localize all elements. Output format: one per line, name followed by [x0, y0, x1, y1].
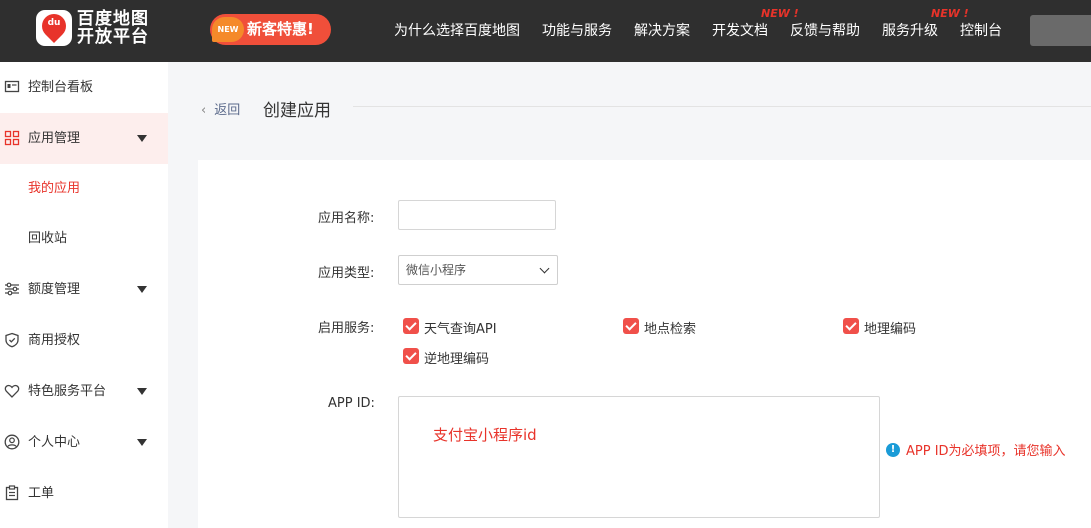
- nav-feedback-help[interactable]: 反馈与帮助: [790, 0, 860, 62]
- promo-new-badge: NEW: [212, 17, 244, 42]
- app-id-required-hint: APP ID为必填项，请您输入: [906, 444, 1066, 459]
- geocoding-checkbox[interactable]: [843, 318, 859, 334]
- logo-text: 百度地图 开放平台: [77, 10, 149, 46]
- nav-why-baidu-map[interactable]: 为什么选择百度地图: [394, 0, 520, 62]
- sidebar-item-personal-center[interactable]: 个人中心: [0, 417, 168, 468]
- sidebar-item-label: 应用管理: [28, 131, 81, 146]
- caret-down-icon: [137, 135, 147, 142]
- sidebar-item-label: 商用授权: [28, 333, 81, 348]
- place-search-label: 地点检索: [644, 322, 697, 337]
- sidebar: 控制台看板 应用管理 我的应用 回收站 额度管理 商用授权 特色服务平台 个人中…: [0, 62, 168, 528]
- promo-text: 新客特惠!: [247, 20, 314, 38]
- sidebar-item-label: 回收站: [28, 231, 68, 246]
- caret-down-icon: [137, 388, 147, 395]
- reverse-geocoding-label: 逆地理编码: [424, 352, 490, 367]
- back-link[interactable]: ‹ 返回: [201, 99, 240, 118]
- sidebar-item-app-management[interactable]: 应用管理: [0, 113, 168, 164]
- sidebar-item-label: 特色服务平台: [28, 384, 107, 399]
- app-name-input[interactable]: [398, 200, 556, 230]
- back-label: 返回: [214, 103, 241, 118]
- app-id-value: 支付宝小程序id: [433, 426, 537, 444]
- geocoding-label: 地理编码: [864, 322, 917, 337]
- user-menu-button[interactable]: [1030, 15, 1091, 46]
- chevron-down-icon: [539, 263, 550, 274]
- user-icon: [4, 434, 20, 450]
- nav-service-upgrade[interactable]: 服务升级: [882, 0, 938, 62]
- page-title: 创建应用: [263, 101, 331, 121]
- sidebar-item-label: 我的应用: [28, 181, 81, 196]
- nav-console[interactable]: 控制台: [960, 0, 1002, 62]
- weather-api-checkbox[interactable]: [403, 318, 419, 334]
- info-icon: !: [886, 443, 900, 457]
- app-type-select[interactable]: 微信小程序: [398, 255, 558, 285]
- sidebar-item-quota-management[interactable]: 额度管理: [0, 264, 168, 315]
- divider: [353, 106, 1091, 107]
- heart-icon: [4, 384, 20, 398]
- caret-down-icon: [137, 439, 147, 446]
- app-type-selected-value: 微信小程序: [406, 263, 467, 277]
- services-label: 启用服务:: [318, 321, 375, 336]
- map-pin-logo-icon: du: [36, 9, 72, 46]
- logo-line-1: 百度地图: [77, 9, 149, 29]
- sidebar-item-my-apps[interactable]: 我的应用: [0, 163, 168, 214]
- app-id-textarea[interactable]: 支付宝小程序id: [398, 396, 880, 518]
- app-id-label: APP ID:: [328, 396, 375, 411]
- logo-pin-text: du: [47, 18, 61, 28]
- nav-solutions[interactable]: 解决方案: [634, 0, 690, 62]
- sidebar-item-commercial-license[interactable]: 商用授权: [0, 315, 168, 366]
- clipboard-icon: [5, 485, 19, 501]
- app-name-label: 应用名称:: [318, 211, 375, 226]
- shield-check-icon: [5, 332, 19, 348]
- place-search-checkbox[interactable]: [623, 318, 639, 334]
- apps-grid-icon: [4, 130, 20, 146]
- weather-api-label: 天气查询API: [424, 322, 497, 337]
- logo-line-2: 开放平台: [77, 27, 149, 47]
- dashboard-icon: [4, 80, 20, 93]
- top-navbar: du 百度地图 开放平台 NEW 新客特惠! 为什么选择百度地图 功能与服务 解…: [0, 0, 1091, 62]
- sidebar-item-label: 工单: [28, 486, 55, 501]
- baidu-map-logo[interactable]: du 百度地图 开放平台: [36, 9, 149, 50]
- caret-down-icon: [137, 286, 147, 293]
- app-type-label: 应用类型:: [318, 266, 375, 281]
- sidebar-item-label: 控制台看板: [28, 80, 94, 95]
- sidebar-item-label: 额度管理: [28, 282, 81, 297]
- sliders-icon: [5, 282, 19, 296]
- page-header: ‹ 返回 创建应用: [168, 62, 1091, 160]
- sidebar-item-recycle-bin[interactable]: 回收站: [0, 213, 168, 264]
- sidebar-item-work-order[interactable]: 工单: [0, 468, 168, 519]
- nav-dev-docs[interactable]: 开发文档: [712, 0, 768, 62]
- sidebar-item-featured-services[interactable]: 特色服务平台: [0, 366, 168, 417]
- sidebar-item-label: 个人中心: [28, 435, 81, 450]
- chevron-left-icon: ‹: [201, 103, 207, 118]
- new-customer-promo-button[interactable]: NEW 新客特惠!: [210, 14, 331, 45]
- sidebar-item-dashboard[interactable]: 控制台看板: [0, 62, 168, 113]
- nav-features-services[interactable]: 功能与服务: [542, 0, 612, 62]
- reverse-geocoding-checkbox[interactable]: [403, 348, 419, 364]
